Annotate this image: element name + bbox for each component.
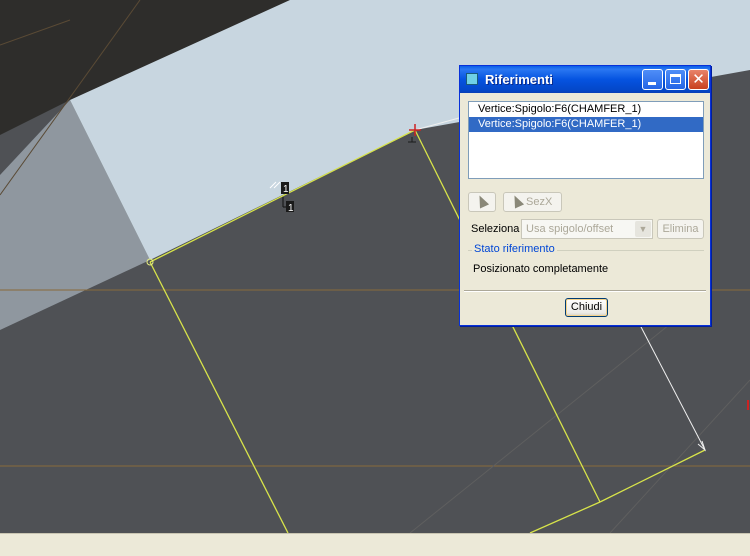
chiudi-button[interactable]: Chiudi: [565, 298, 608, 317]
elimina-button[interactable]: Elimina: [657, 219, 704, 239]
maximize-button[interactable]: [665, 69, 686, 90]
status-bar: [0, 533, 750, 556]
minimize-button[interactable]: [642, 69, 663, 90]
sez-button[interactable]: SezX: [503, 192, 562, 212]
minimize-icon: [648, 82, 656, 85]
arrow-cursor-icon: [509, 193, 525, 209]
close-window-button[interactable]: ✕: [688, 69, 709, 90]
pick-reference-button[interactable]: [468, 192, 496, 212]
sez-button-label: SezX: [526, 196, 553, 208]
reference-item-selected[interactable]: Vertice:Spigolo:F6(CHAMFER_1): [469, 117, 703, 132]
references-dialog: Riferimenti ✕ Vertice:Spigolo:F6(CHAMFER…: [459, 65, 711, 326]
seleziona-label: Seleziona: [471, 223, 520, 235]
seleziona-value: Usa spigolo/offset: [526, 223, 614, 235]
divider: [464, 290, 706, 292]
maximize-icon: [670, 74, 681, 84]
dialog-titlebar[interactable]: Riferimenti ✕: [460, 66, 710, 93]
window-icon: [466, 73, 478, 85]
annotation-label: 1: [283, 184, 289, 195]
arrow-cursor-icon: [474, 193, 490, 209]
stato-group-label: Stato riferimento: [472, 243, 557, 255]
stato-value: Posizionato completamente: [473, 263, 609, 275]
reference-item[interactable]: Vertice:Spigolo:F6(CHAMFER_1): [469, 102, 703, 117]
close-icon: ✕: [692, 70, 705, 88]
annotation-label: 1: [288, 203, 294, 214]
references-list[interactable]: Vertice:Spigolo:F6(CHAMFER_1) Vertice:Sp…: [468, 101, 704, 179]
seleziona-dropdown[interactable]: Usa spigolo/offset ▼: [521, 219, 653, 239]
chevron-down-icon[interactable]: ▼: [635, 221, 651, 237]
dialog-title: Riferimenti: [485, 72, 553, 87]
